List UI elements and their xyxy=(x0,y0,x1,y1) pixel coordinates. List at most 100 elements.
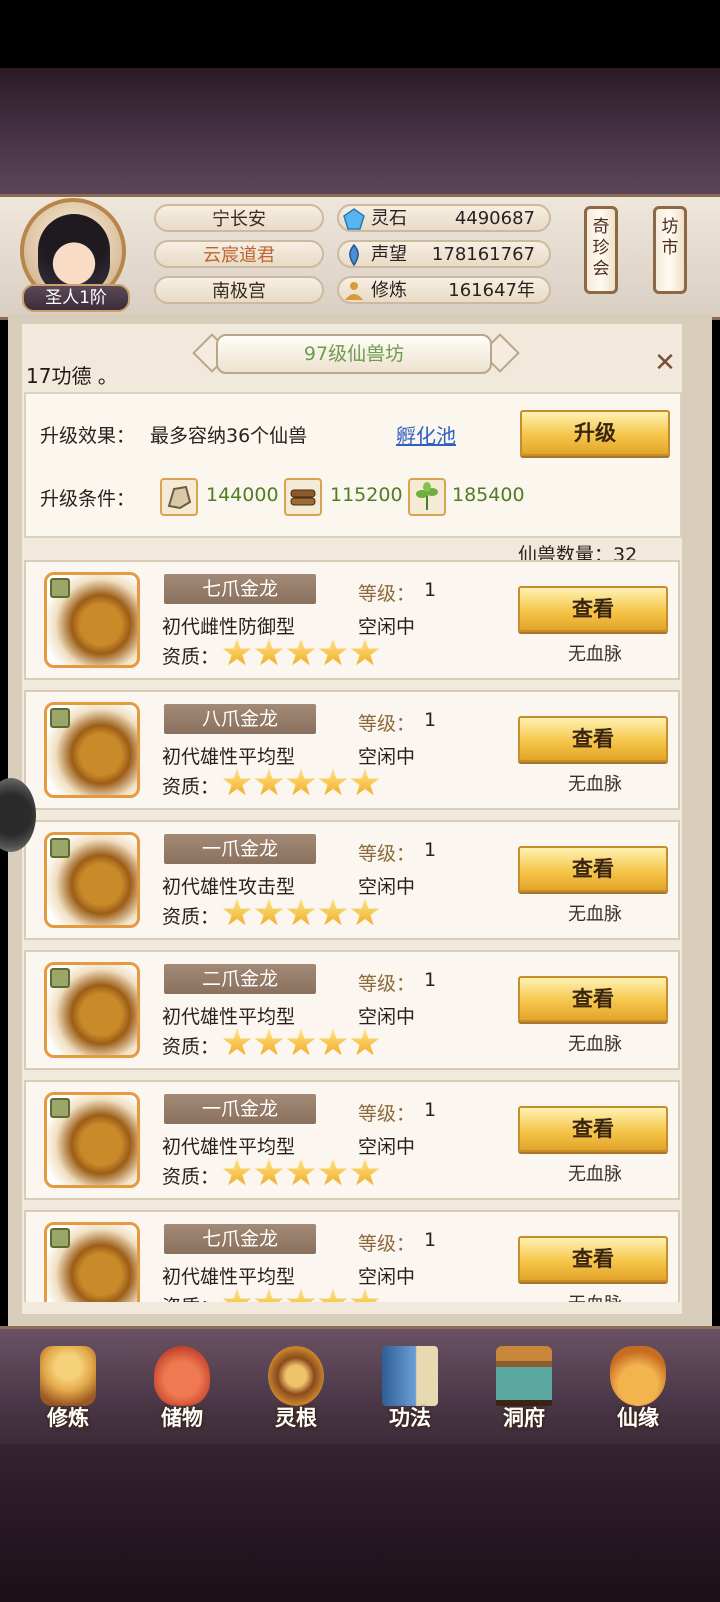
rank-badge: 圣人1阶 xyxy=(22,284,130,312)
view-button[interactable]: 查看 xyxy=(518,716,668,762)
nav-cave-mansion[interactable]: 洞府 xyxy=(474,1340,574,1440)
level-value: 1 xyxy=(424,969,437,991)
nav-spirit-root[interactable]: 灵根 xyxy=(246,1340,346,1440)
nav-label: 灵根 xyxy=(275,1406,317,1430)
status-bar-area xyxy=(0,0,720,68)
quality-label: 资质： xyxy=(162,1292,219,1302)
beast-name: 七爪金龙 xyxy=(164,574,316,604)
nav-storage[interactable]: 储物 xyxy=(132,1340,232,1440)
beast-card: 一爪金龙 初代雄性攻击型 等级： 1 空闲中 资质： 查看 无血脉 xyxy=(24,820,680,940)
top-decoration xyxy=(0,68,720,194)
level-value: 1 xyxy=(424,1229,437,1251)
stat-label: 声望 xyxy=(371,244,407,265)
star-icon xyxy=(254,768,284,796)
technique-book-icon xyxy=(382,1346,438,1406)
star-icon xyxy=(286,768,316,796)
wood-icon xyxy=(284,478,322,516)
view-button[interactable]: 查看 xyxy=(518,1236,668,1282)
ore-icon xyxy=(160,478,198,516)
lock-icon xyxy=(50,1228,70,1248)
meditation-icon xyxy=(345,282,363,300)
stat-value: 161647年 xyxy=(448,280,535,301)
bloodline-text: 无血脉 xyxy=(568,1034,622,1055)
cave-mansion-icon xyxy=(496,1346,552,1406)
view-button[interactable]: 查看 xyxy=(518,1106,668,1152)
star-icon xyxy=(318,1288,348,1302)
nav-technique[interactable]: 功法 xyxy=(360,1340,460,1440)
merit-text: 17功德 。 xyxy=(26,364,118,388)
bloodline-text: 无血脉 xyxy=(568,774,622,795)
close-icon[interactable]: ✕ xyxy=(650,348,680,378)
nav-label: 修炼 xyxy=(47,1406,89,1430)
hatch-pool-link[interactable]: 孵化池 xyxy=(396,420,456,449)
level-label: 等级： xyxy=(358,1103,416,1125)
nav-label: 仙缘 xyxy=(617,1406,659,1430)
level-label: 等级： xyxy=(358,1233,416,1255)
avatar-portrait xyxy=(38,214,110,294)
star-icon xyxy=(222,1288,252,1302)
beast-desc: 初代雄性攻击型 xyxy=(162,876,296,898)
stat-spirit-stone: 灵石 4490687 xyxy=(337,204,551,232)
beast-name: 七爪金龙 xyxy=(164,1224,316,1254)
beast-desc: 初代雄性平均型 xyxy=(162,1006,296,1028)
storage-bag-icon xyxy=(154,1346,210,1406)
nav-meditation[interactable]: 修炼 xyxy=(18,1340,118,1440)
star-icon xyxy=(222,638,252,666)
spirit-root-icon xyxy=(268,1346,324,1406)
level-label: 等级： xyxy=(358,583,416,605)
upgrade-button[interactable]: 升级 xyxy=(520,410,670,456)
resource-value: 144000 xyxy=(206,484,279,506)
beast-name: 一爪金龙 xyxy=(164,834,316,864)
reputation-icon xyxy=(349,244,359,266)
quality-label: 资质： xyxy=(162,1036,220,1058)
star-icon xyxy=(286,1288,316,1302)
meditation-nav-icon xyxy=(40,1346,96,1406)
nav-label: 储物 xyxy=(161,1406,203,1430)
star-icon xyxy=(222,768,252,796)
beast-state: 空闲中 xyxy=(358,746,416,768)
star-icon xyxy=(350,768,380,796)
beast-desc: 初代雌性防御型 xyxy=(162,616,296,638)
stat-reputation: 声望 178161767 xyxy=(337,240,551,268)
level-value: 1 xyxy=(424,839,437,861)
star-icon xyxy=(350,1288,380,1302)
beast-state: 空闲中 xyxy=(358,1136,416,1158)
player-sect: 南极宫 xyxy=(154,276,324,304)
player-title: 云宸道君 xyxy=(154,240,324,268)
quality-stars xyxy=(222,1158,382,1188)
beast-name: 八爪金龙 xyxy=(164,704,316,734)
star-icon xyxy=(254,1158,284,1186)
panel-title: 97级仙兽坊 xyxy=(216,334,492,374)
upgrade-effect-value: 最多容纳36个仙兽 xyxy=(150,425,308,447)
star-icon xyxy=(318,1028,348,1056)
star-icon xyxy=(318,898,348,926)
beast-state: 空闲中 xyxy=(358,1266,416,1288)
level-value: 1 xyxy=(424,1099,437,1121)
nav-label: 洞府 xyxy=(503,1406,545,1430)
quality-label: 资质： xyxy=(162,646,220,668)
view-button[interactable]: 查看 xyxy=(518,846,668,892)
beast-card: 二爪金龙 初代雄性平均型 等级： 1 空闲中 资质： 查看 无血脉 xyxy=(24,950,680,1070)
beast-list[interactable]: 七爪金龙 初代雌性防御型 等级： 1 空闲中 资质： 查看 无血脉 八爪金龙 初… xyxy=(22,560,684,1302)
star-icon xyxy=(286,638,316,666)
stat-value: 178161767 xyxy=(431,244,535,265)
level-value: 1 xyxy=(424,709,437,731)
view-button[interactable]: 查看 xyxy=(518,586,668,632)
market-button[interactable]: 坊市 xyxy=(653,206,687,294)
bloodline-text: 无血脉 xyxy=(568,904,622,925)
view-button[interactable]: 查看 xyxy=(518,976,668,1022)
beast-card: 一爪金龙 初代雄性平均型 等级： 1 空闲中 资质： 查看 无血脉 xyxy=(24,1080,680,1200)
lock-icon xyxy=(50,838,70,858)
star-icon xyxy=(318,768,348,796)
beast-card: 七爪金龙 初代雌性防御型 等级： 1 空闲中 资质： 查看 无血脉 xyxy=(24,560,680,680)
quality-stars xyxy=(222,1288,382,1302)
qizhen-button[interactable]: 奇珍会 xyxy=(584,206,618,294)
nav-immortal-fate[interactable]: 仙缘 xyxy=(588,1340,688,1440)
quality-stars xyxy=(222,1028,382,1058)
lock-icon xyxy=(50,1098,70,1118)
star-icon xyxy=(222,1158,252,1186)
player-name: 宁长安 xyxy=(154,204,324,232)
upgrade-condition-label: 升级条件： xyxy=(40,488,136,510)
star-icon xyxy=(318,1158,348,1186)
beast-state: 空闲中 xyxy=(358,876,416,898)
